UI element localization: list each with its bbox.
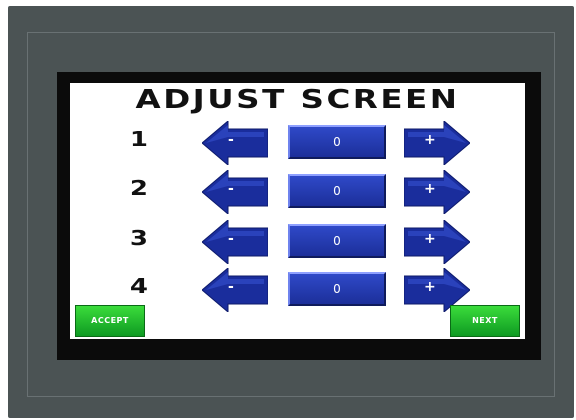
increment-button-2[interactable]: + <box>404 170 470 214</box>
plus-label: + <box>424 181 436 197</box>
hmi-screen: ADJUST SCREEN 1 - 0 + 2 - 0 + 3 - 0 + 4 … <box>70 83 525 339</box>
accept-button[interactable]: ACCEPT <box>75 305 145 337</box>
row-label: 3 <box>129 226 149 250</box>
value-display-2[interactable]: 0 <box>288 174 386 208</box>
increment-button-3[interactable]: + <box>404 220 470 264</box>
decrement-button-2[interactable]: - <box>202 170 268 214</box>
plus-label: + <box>424 132 436 148</box>
right-arrow-icon <box>404 170 470 214</box>
minus-label: - <box>228 132 234 148</box>
left-arrow-icon <box>202 220 268 264</box>
plus-label: + <box>424 231 436 247</box>
value-display-4[interactable]: 0 <box>288 272 386 306</box>
increment-button-1[interactable]: + <box>404 121 470 165</box>
decrement-button-3[interactable]: - <box>202 220 268 264</box>
adjust-row-3: 3 - 0 + <box>70 220 525 264</box>
plus-label: + <box>424 279 436 295</box>
value-display-3[interactable]: 0 <box>288 224 386 258</box>
left-arrow-icon <box>202 121 268 165</box>
minus-label: - <box>228 181 234 197</box>
minus-label: - <box>228 279 234 295</box>
adjust-row-2: 2 - 0 + <box>70 170 525 214</box>
minus-label: - <box>228 231 234 247</box>
row-label: 1 <box>129 127 149 151</box>
page-title: ADJUST SCREEN <box>135 85 460 115</box>
adjust-row-1: 1 - 0 + <box>70 121 525 165</box>
row-label: 4 <box>129 274 149 298</box>
left-arrow-icon <box>202 170 268 214</box>
row-label: 2 <box>129 176 149 200</box>
decrement-button-4[interactable]: - <box>202 268 268 312</box>
right-arrow-icon <box>404 121 470 165</box>
next-button[interactable]: NEXT <box>450 305 520 337</box>
right-arrow-icon <box>404 220 470 264</box>
left-arrow-icon <box>202 268 268 312</box>
value-display-1[interactable]: 0 <box>288 125 386 159</box>
decrement-button-1[interactable]: - <box>202 121 268 165</box>
